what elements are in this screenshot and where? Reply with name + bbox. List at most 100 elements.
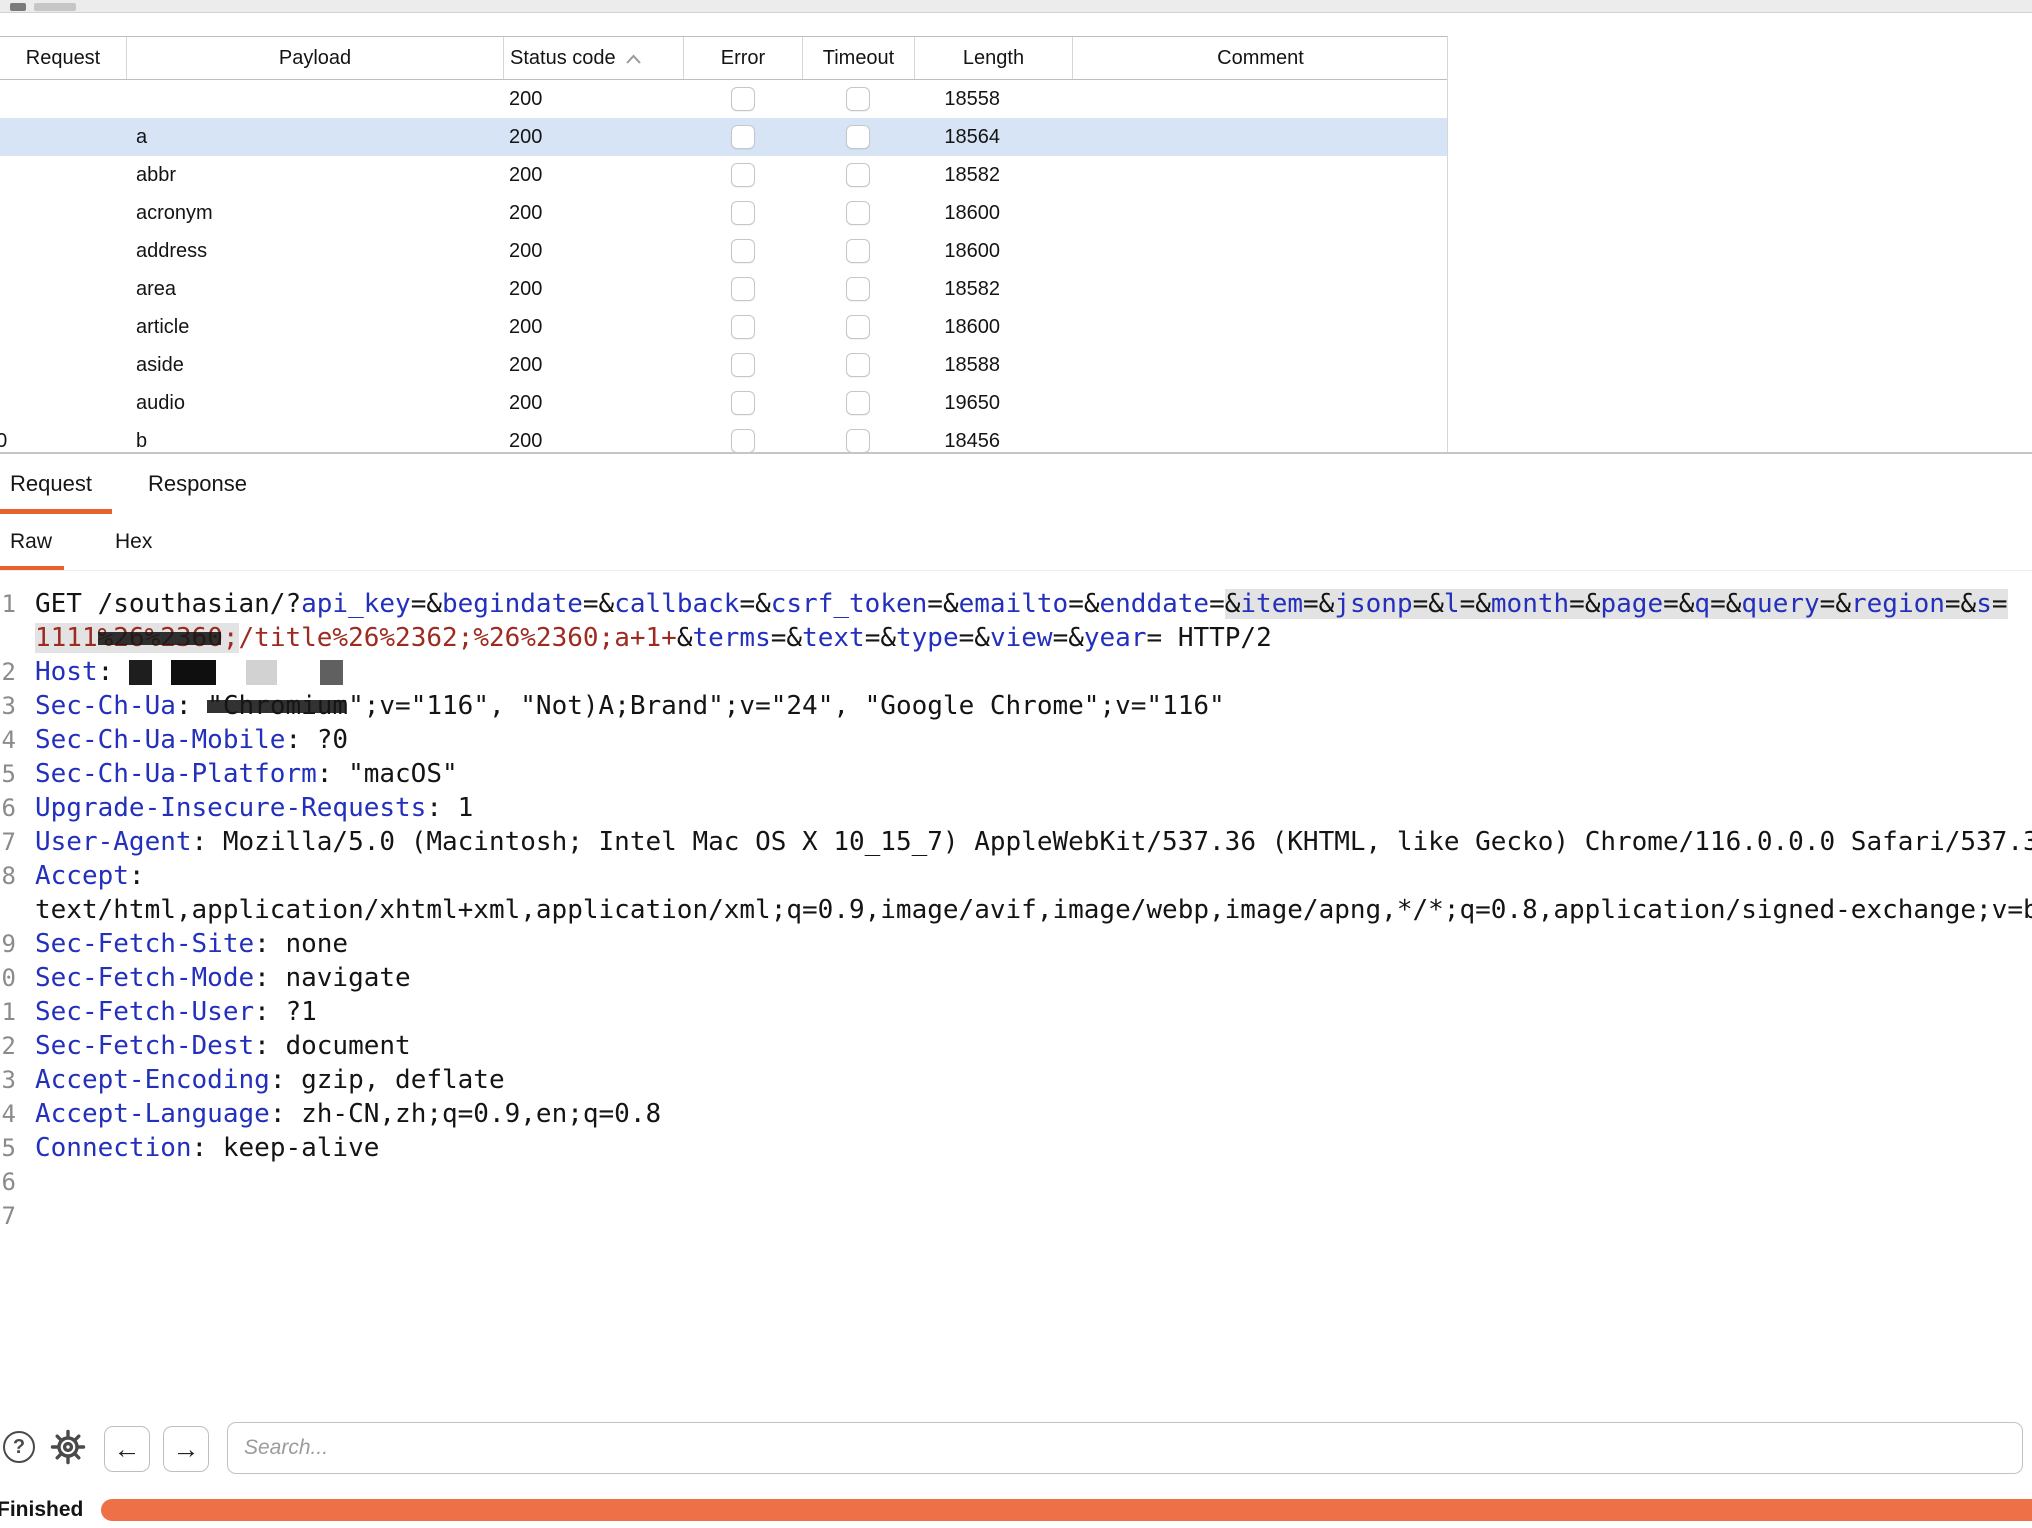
request-editor[interactable]: 1GET /southasian/?api_key=&begindate=&ca… xyxy=(0,571,2032,1416)
tab-label: Raw xyxy=(10,530,52,554)
timeout-checkbox[interactable] xyxy=(846,391,870,415)
help-icon: ? xyxy=(13,1436,25,1459)
timeout-checkbox[interactable] xyxy=(846,125,870,149)
length-cell: 18600 xyxy=(914,232,1072,270)
length-cell: 18456 xyxy=(914,422,1072,452)
status-code-cell: 200 xyxy=(503,270,683,308)
error-checkbox[interactable] xyxy=(731,125,755,149)
error-checkbox[interactable] xyxy=(731,429,755,452)
column-header-timeout[interactable]: Timeout xyxy=(802,37,914,79)
table-row[interactable]: 5area20018582 xyxy=(0,270,1448,308)
line-number: 8 xyxy=(0,859,16,893)
status-code-cell: 200 xyxy=(503,384,683,422)
length-cell: 18582 xyxy=(914,270,1072,308)
message-tabs: Request Response xyxy=(0,454,267,514)
request-line: 14Accept-Language: zh-CN,zh;q=0.9,en;q=0… xyxy=(0,1097,2032,1131)
table-row[interactable]: 8audio20019650 xyxy=(0,384,1448,422)
timeout-checkbox[interactable] xyxy=(846,429,870,452)
column-label: Status code xyxy=(510,47,616,70)
cropped-ui-fragment xyxy=(34,3,76,11)
column-header-request[interactable]: Request xyxy=(0,37,126,79)
request-line: 15Connection: keep-alive xyxy=(0,1131,2032,1165)
table-row[interactable]: 3acronym20018600 xyxy=(0,194,1448,232)
table-row[interactable]: 6article20018600 xyxy=(0,308,1448,346)
search-input[interactable] xyxy=(227,1422,2023,1474)
error-checkbox[interactable] xyxy=(731,87,755,111)
request-number-cell: 2 xyxy=(0,156,126,194)
error-checkbox[interactable] xyxy=(731,201,755,225)
error-checkbox[interactable] xyxy=(731,315,755,339)
table-row[interactable]: 2abbr20018582 xyxy=(0,156,1448,194)
error-cell xyxy=(683,232,802,270)
table-row[interactable]: 4address20018600 xyxy=(0,232,1448,270)
timeout-checkbox[interactable] xyxy=(846,239,870,263)
error-cell xyxy=(683,156,802,194)
tab-request[interactable]: Request xyxy=(0,454,112,514)
payload-cell: article xyxy=(126,308,503,346)
column-header-length[interactable]: Length xyxy=(914,37,1072,79)
comment-cell xyxy=(1072,232,1448,270)
help-button[interactable]: ? xyxy=(3,1431,35,1463)
tab-raw[interactable]: Raw xyxy=(0,514,64,570)
error-checkbox[interactable] xyxy=(731,163,755,187)
status-code-cell: 200 xyxy=(503,118,683,156)
request-line: 16 xyxy=(0,1165,2032,1199)
timeout-checkbox[interactable] xyxy=(846,201,870,225)
table-row[interactable]: 020018558 xyxy=(0,80,1448,118)
column-label: Error xyxy=(721,47,765,70)
request-line: 7User-Agent: Mozilla/5.0 (Macintosh; Int… xyxy=(0,825,2032,859)
back-button[interactable]: ← xyxy=(104,1426,150,1472)
timeout-checkbox[interactable] xyxy=(846,163,870,187)
column-header-payload[interactable]: Payload xyxy=(126,37,503,79)
request-number-cell: 5 xyxy=(0,270,126,308)
request-number-cell: 4 xyxy=(0,232,126,270)
request-line: 3Sec-Ch-Ua: "Chromium";v="116", "Not)A;B… xyxy=(0,689,2032,723)
request-line: 9Sec-Fetch-Site: none xyxy=(0,927,2032,961)
redacted-block xyxy=(129,660,152,685)
line-number: 7 xyxy=(0,825,16,859)
table-row[interactable]: 10b20018456 xyxy=(0,422,1448,452)
timeout-cell xyxy=(802,194,914,232)
comment-cell xyxy=(1072,422,1448,452)
request-number-cell: 3 xyxy=(0,194,126,232)
forward-button[interactable]: → xyxy=(163,1426,209,1472)
sort-ascending-icon xyxy=(625,54,642,65)
timeout-checkbox[interactable] xyxy=(846,87,870,111)
line-number xyxy=(0,893,16,927)
table-row[interactable]: 7aside20018588 xyxy=(0,346,1448,384)
line-number: 6 xyxy=(0,791,16,825)
column-header-status-code[interactable]: Status code xyxy=(503,37,683,79)
status-code-cell: 200 xyxy=(503,156,683,194)
panel-splitter[interactable] xyxy=(0,452,2032,454)
timeout-cell xyxy=(802,422,914,452)
column-header-comment[interactable]: Comment xyxy=(1072,37,1448,79)
settings-button[interactable] xyxy=(48,1427,88,1467)
error-cell xyxy=(683,80,802,118)
request-number-cell: 6 xyxy=(0,308,126,346)
request-line: 4Sec-Ch-Ua-Mobile: ?0 xyxy=(0,723,2032,757)
results-table-body: 0200185581a200185642abbr200185823acronym… xyxy=(0,80,2032,452)
error-checkbox[interactable] xyxy=(731,353,755,377)
comment-cell xyxy=(1072,384,1448,422)
request-line: 6Upgrade-Insecure-Requests: 1 xyxy=(0,791,2032,825)
column-label: Timeout xyxy=(823,47,895,70)
status-code-cell: 200 xyxy=(503,422,683,452)
timeout-checkbox[interactable] xyxy=(846,353,870,377)
payload-cell: b xyxy=(126,422,503,452)
tab-hex[interactable]: Hex xyxy=(105,514,164,570)
table-row[interactable]: 1a20018564 xyxy=(0,118,1448,156)
line-number: 3 xyxy=(0,689,16,723)
error-cell xyxy=(683,118,802,156)
request-line: 17 xyxy=(0,1199,2032,1233)
length-cell: 18588 xyxy=(914,346,1072,384)
error-checkbox[interactable] xyxy=(731,391,755,415)
column-header-error[interactable]: Error xyxy=(683,37,802,79)
length-cell: 19650 xyxy=(914,384,1072,422)
redacted-block xyxy=(171,660,216,685)
timeout-checkbox[interactable] xyxy=(846,277,870,301)
error-checkbox[interactable] xyxy=(731,277,755,301)
tab-response[interactable]: Response xyxy=(138,454,267,514)
request-line: 12Sec-Fetch-Dest: document xyxy=(0,1029,2032,1063)
error-checkbox[interactable] xyxy=(731,239,755,263)
timeout-checkbox[interactable] xyxy=(846,315,870,339)
